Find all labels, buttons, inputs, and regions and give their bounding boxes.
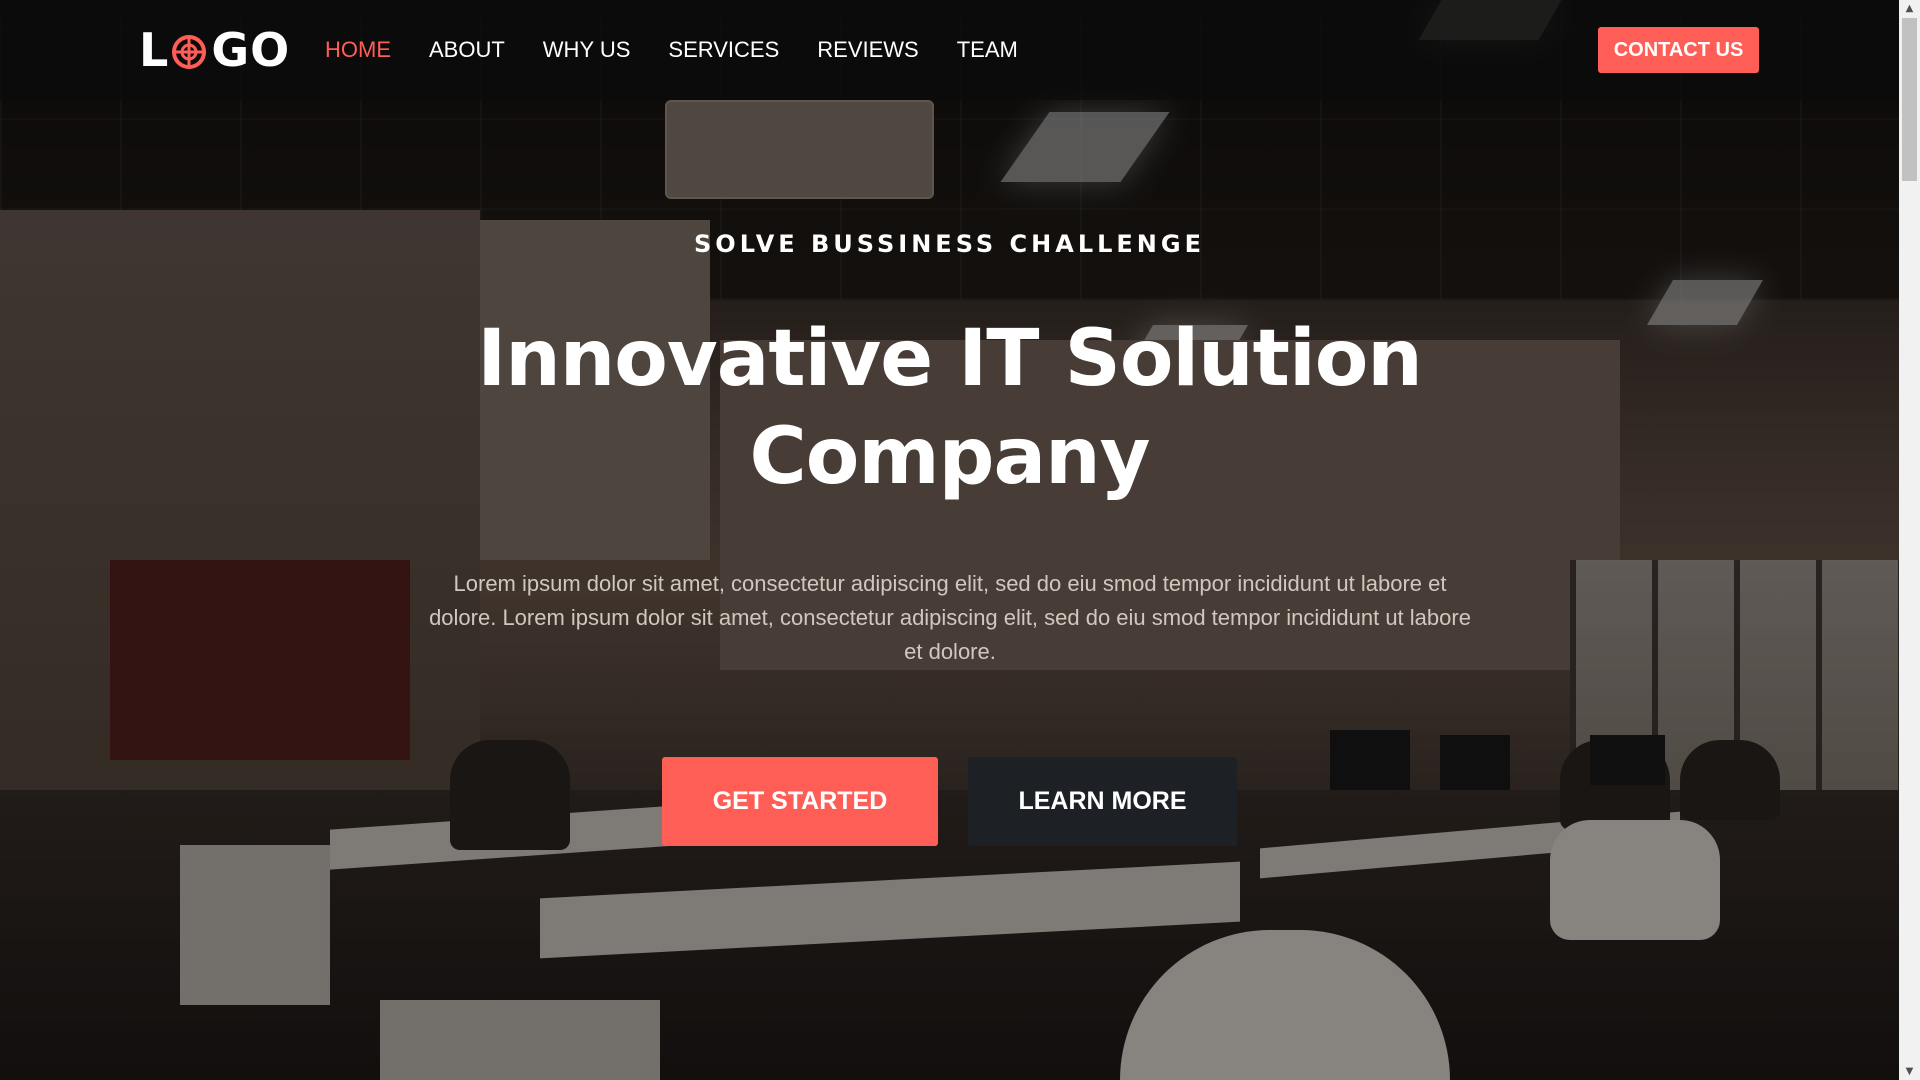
- globe-icon: [171, 32, 207, 69]
- nav-item-about[interactable]: ABOUT: [429, 37, 505, 63]
- site-header: L GO HOME ABOUT WHY US SERVICES REVIEWS …: [0, 0, 1899, 100]
- get-started-button[interactable]: GET STARTED: [662, 757, 938, 846]
- page-scrollbar[interactable]: ▲ ▼: [1899, 0, 1920, 1080]
- hero-title: Innovative IT Solution Company: [0, 310, 1899, 506]
- nav-item-services[interactable]: SERVICES: [668, 37, 779, 63]
- scrollbar-thumb[interactable]: [1902, 18, 1917, 181]
- page: L GO HOME ABOUT WHY US SERVICES REVIEWS …: [0, 0, 1920, 1080]
- logo-text-suffix: GO: [211, 23, 291, 77]
- contact-us-button[interactable]: CONTACT US: [1598, 27, 1759, 73]
- hero-description: Lorem ipsum dolor sit amet, consectetur …: [429, 571, 1471, 664]
- nav-item-team[interactable]: TEAM: [957, 37, 1018, 63]
- hero-overlay: [0, 0, 1899, 1080]
- arrow-up-icon[interactable]: ▲: [1899, 0, 1920, 17]
- main-nav: HOME ABOUT WHY US SERVICES REVIEWS TEAM: [325, 0, 1056, 100]
- arrow-down-icon[interactable]: ▼: [1899, 1063, 1920, 1080]
- nav-item-home[interactable]: HOME: [325, 37, 391, 63]
- hero-title-line-2: Company: [749, 412, 1151, 502]
- hero-title-line-1: Innovative IT Solution: [477, 314, 1423, 404]
- logo[interactable]: L GO: [139, 23, 291, 77]
- nav-item-why-us[interactable]: WHY US: [543, 37, 631, 63]
- nav-item-reviews[interactable]: REVIEWS: [817, 37, 918, 63]
- learn-more-button[interactable]: LEARN MORE: [968, 757, 1237, 846]
- hero-eyebrow: SOLVE BUSSINESS CHALLENGE: [694, 230, 1205, 258]
- logo-text-prefix: L: [139, 23, 170, 77]
